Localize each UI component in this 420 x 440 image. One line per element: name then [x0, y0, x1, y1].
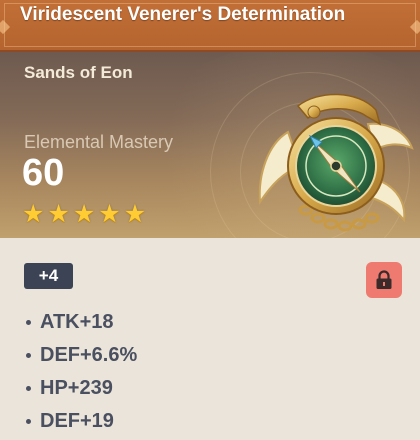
bullet-icon — [26, 353, 31, 358]
artifact-title-bar: Viridescent Venerer's Determination — [0, 0, 420, 52]
substat-item: HP+239 — [26, 372, 137, 405]
bullet-icon — [26, 386, 31, 391]
compass-artifact-icon — [258, 93, 414, 232]
substat-item: DEF+19 — [26, 405, 137, 438]
artifact-info-panel: Sands of Eon Elemental Mastery 60 ★ ★ ★ ★ ★ — [0, 52, 420, 238]
substat-item: ATK+18 — [26, 306, 137, 339]
substat-list: ATK+18 DEF+6.6% HP+239 DEF+19 — [26, 306, 137, 438]
artifact-card: Viridescent Venerer's Determination Sand… — [0, 0, 420, 440]
artifact-name: Viridescent Venerer's Determination — [20, 4, 346, 25]
bullet-icon — [26, 419, 31, 424]
main-stat-name: Elemental Mastery — [24, 132, 174, 152]
artifact-slot-type: Sands of Eon — [24, 63, 133, 82]
bullet-icon — [26, 320, 31, 325]
substat-label: ATK+18 — [40, 311, 114, 333]
main-stat-value: 60 — [22, 152, 65, 194]
star-icon: ★ — [47, 200, 70, 228]
substat-label: HP+239 — [40, 377, 113, 399]
lock-button[interactable] — [366, 262, 402, 298]
star-icon: ★ — [98, 200, 121, 228]
artifact-details-panel: +4 ATK+18 DEF+6.6% HP+239 DEF+19 — [0, 238, 420, 440]
lock-icon — [376, 270, 392, 289]
star-icon: ★ — [22, 200, 45, 228]
star-icon: ★ — [123, 200, 147, 228]
artifact-level-badge: +4 — [24, 263, 73, 289]
star-icon: ★ — [72, 200, 96, 228]
substat-label: DEF+19 — [40, 410, 114, 432]
substat-label: DEF+6.6% — [40, 344, 138, 366]
rarity-stars: ★ ★ ★ ★ ★ — [22, 202, 146, 227]
substat-item: DEF+6.6% — [26, 339, 137, 372]
